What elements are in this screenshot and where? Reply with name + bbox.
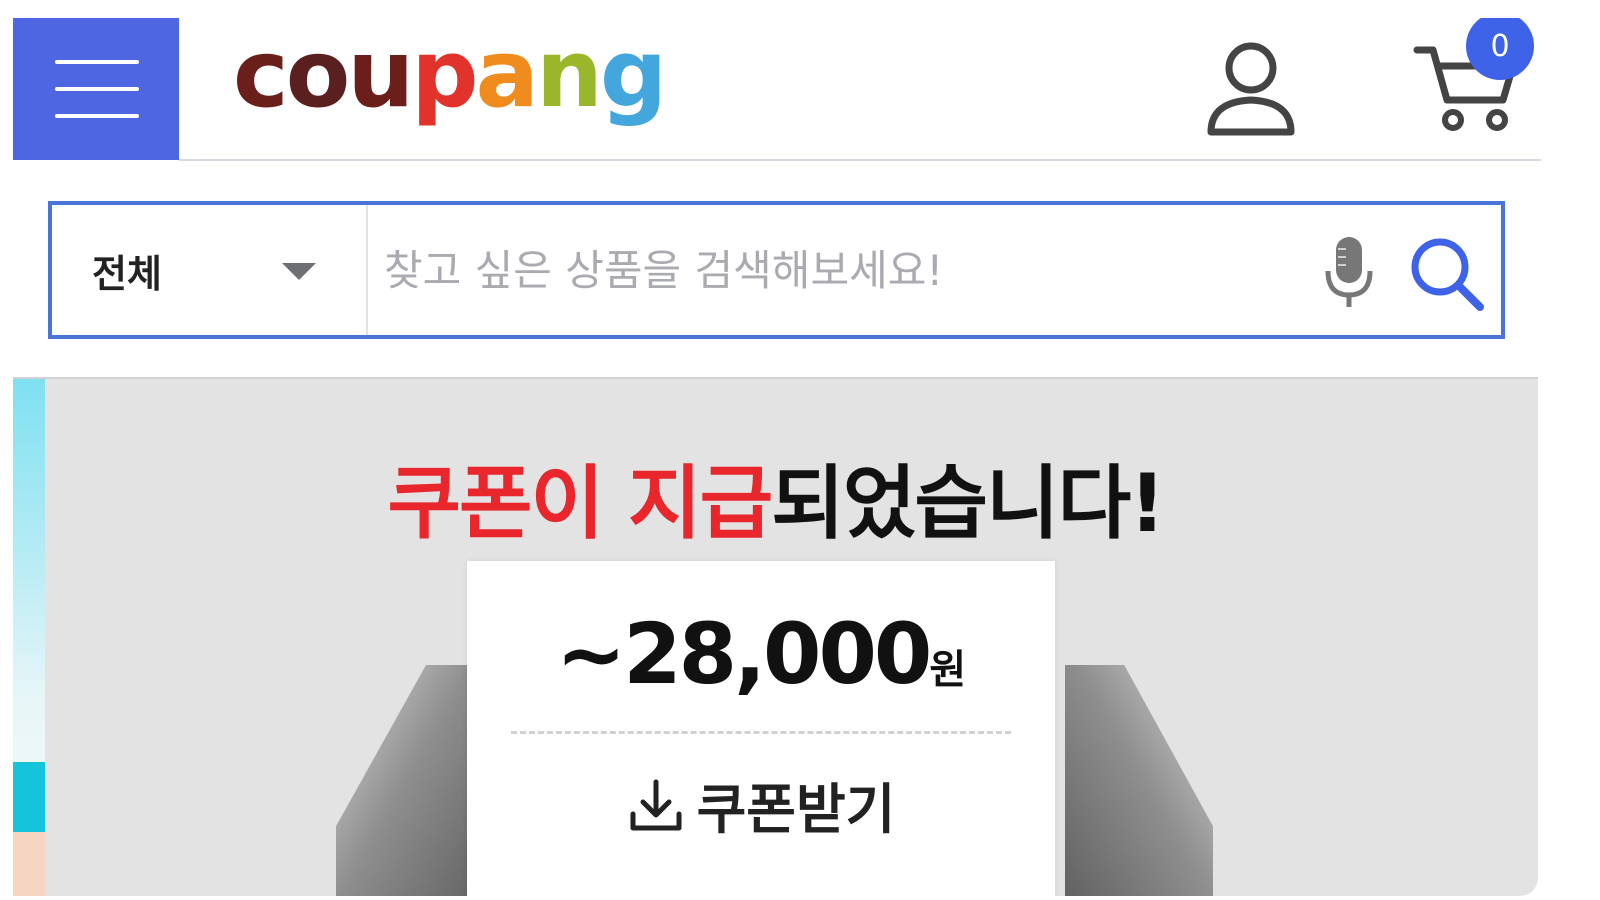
get-coupon-label: 쿠폰받기 bbox=[696, 778, 896, 841]
coupon-currency: 원 bbox=[929, 647, 967, 693]
get-coupon-button[interactable]: 쿠폰받기 bbox=[467, 765, 1055, 845]
logo-letter: n bbox=[535, 20, 603, 129]
logo-letter: g bbox=[599, 20, 667, 129]
user-icon bbox=[1207, 42, 1295, 136]
menu-button[interactable] bbox=[13, 18, 179, 160]
logo-letter: o bbox=[285, 20, 351, 129]
coupang-logo[interactable]: coupang bbox=[233, 20, 667, 130]
category-select[interactable]: 전체 bbox=[52, 205, 368, 335]
search-bar: 전체 bbox=[48, 201, 1505, 339]
logo-letter: c bbox=[233, 20, 289, 129]
gift-ribbon-left bbox=[336, 665, 486, 896]
category-label: 전체 bbox=[92, 252, 162, 296]
banner-title-rest: 되었습니다! bbox=[771, 457, 1165, 550]
logo-letter: a bbox=[475, 20, 539, 129]
logo-letter: p bbox=[411, 20, 478, 129]
download-icon bbox=[630, 779, 682, 830]
search-icon bbox=[1411, 238, 1484, 311]
banner-title: 쿠폰이 지급되었습니다! bbox=[13, 439, 1538, 555]
gift-ribbon-right bbox=[1065, 665, 1213, 896]
hamburger-icon bbox=[55, 60, 139, 64]
search-input[interactable] bbox=[384, 227, 1264, 313]
app-frame: coupang 0 전체 찾고 싶은 상품을 검색해보세요! 쿠폰이 지급되었습… bbox=[13, 18, 1573, 896]
header-divider bbox=[179, 159, 1541, 161]
logo-letter: u bbox=[347, 20, 414, 129]
coupon-divider bbox=[511, 731, 1011, 734]
coupon-card: ~28,000원 쿠폰받기 bbox=[467, 561, 1055, 896]
chevron-down-icon bbox=[282, 263, 316, 280]
user-button[interactable] bbox=[1203, 36, 1299, 140]
coupon-amount: ~28,000원 bbox=[467, 605, 1055, 703]
search-button[interactable] bbox=[1408, 235, 1486, 313]
coupon-banner[interactable]: 쿠폰이 지급되었습니다! ~28,000원 쿠폰받기 bbox=[13, 377, 1538, 896]
voice-search-button[interactable] bbox=[1324, 235, 1374, 311]
banner-title-highlight: 쿠폰이 지급 bbox=[387, 457, 773, 550]
microphone-icon bbox=[1325, 237, 1373, 307]
coupon-value: ~28,000 bbox=[555, 605, 933, 703]
